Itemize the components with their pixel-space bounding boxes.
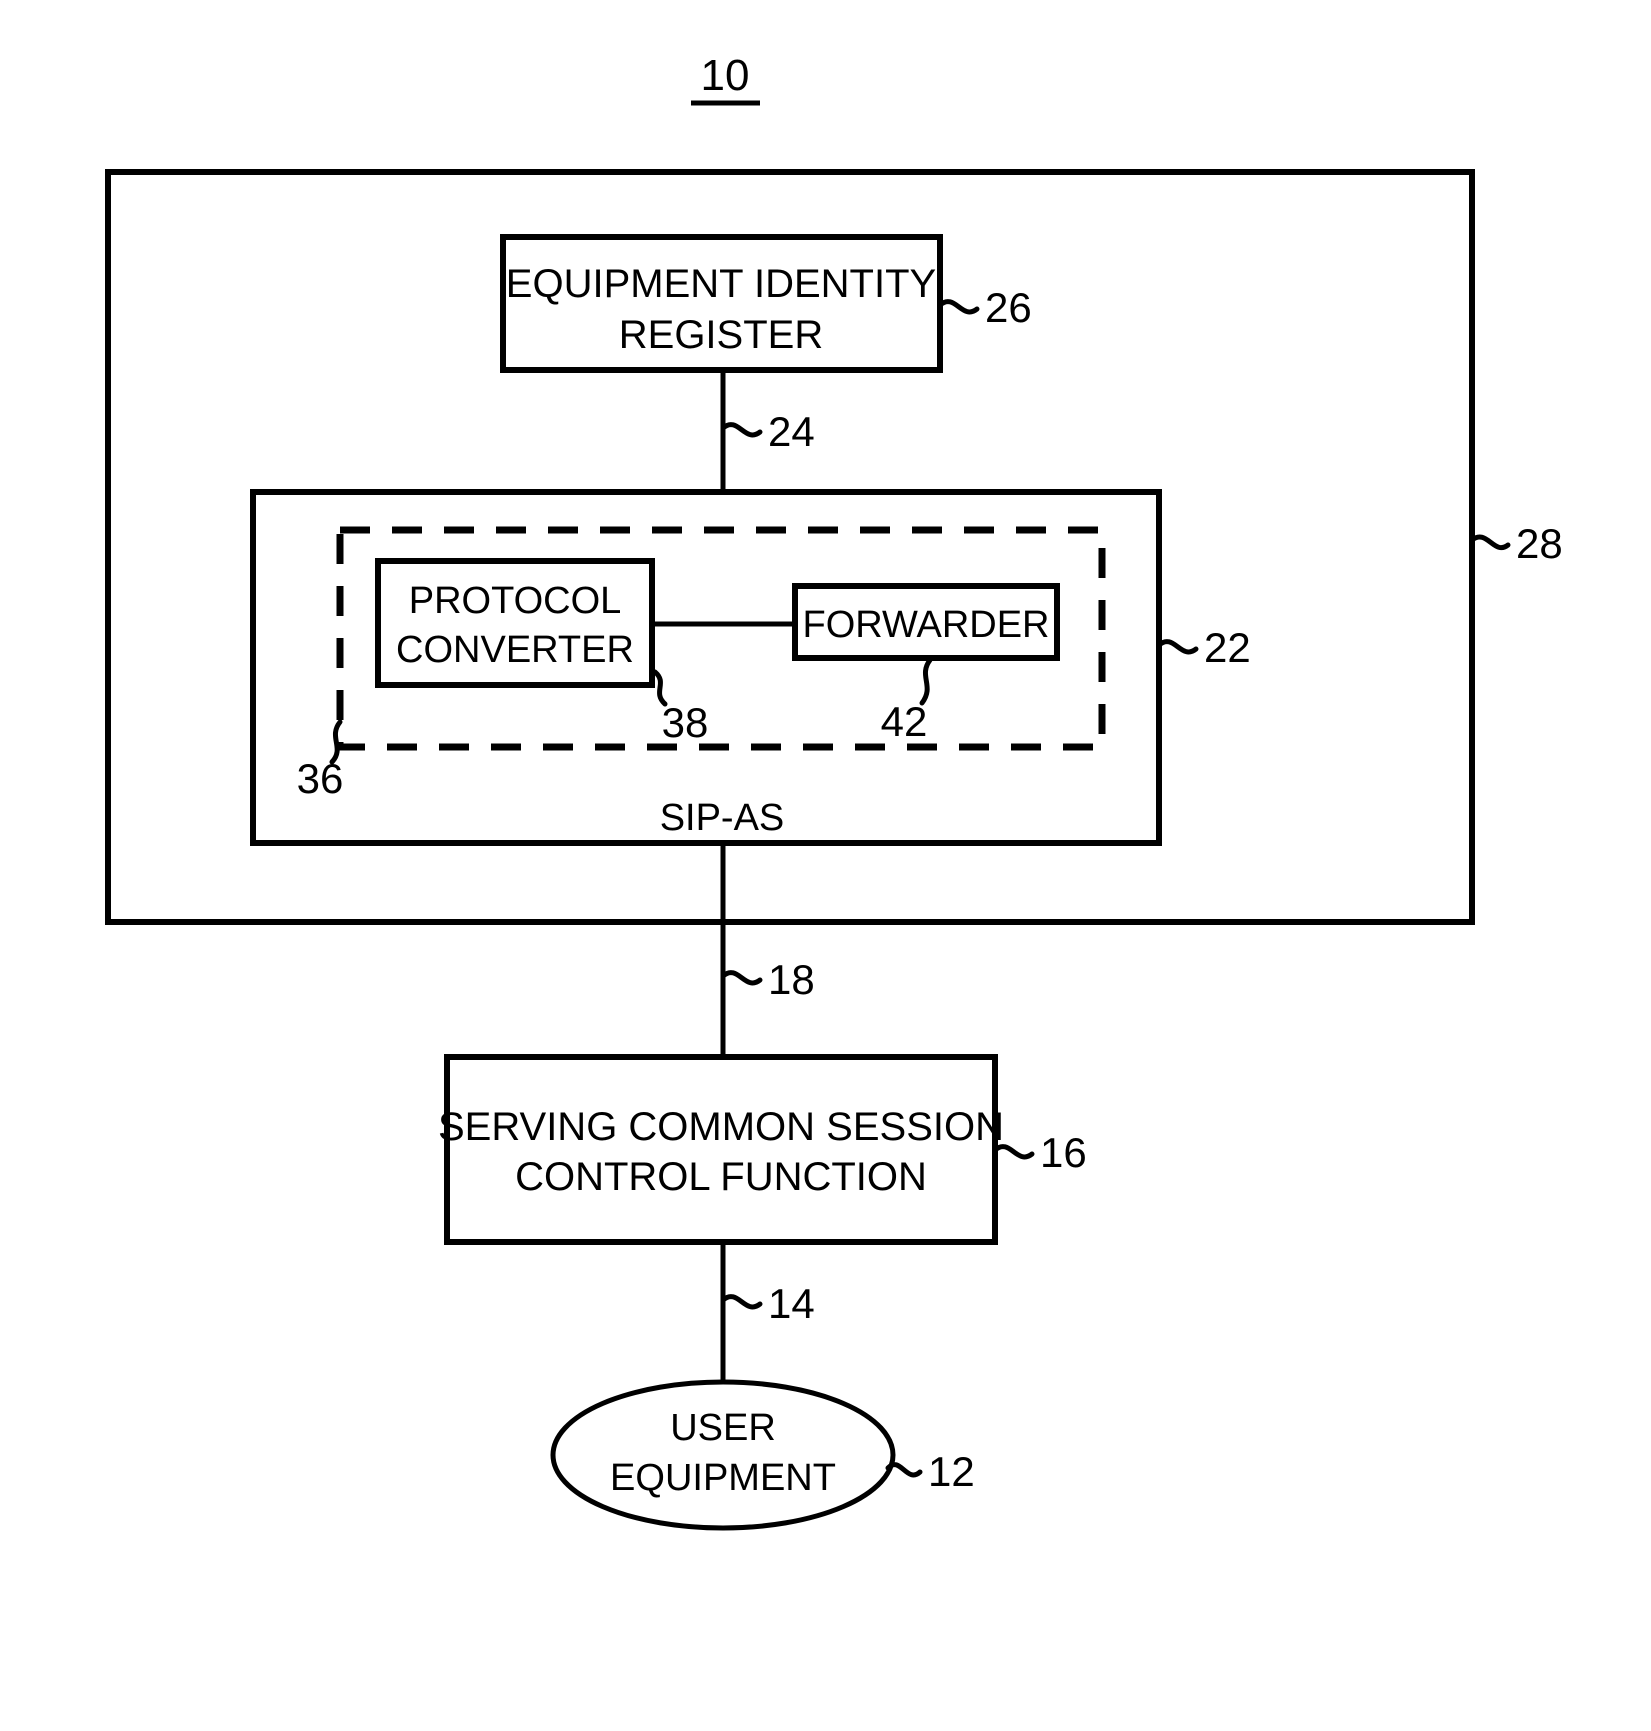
ref-number-26: 26 [985,284,1032,331]
ref-number-14: 14 [768,1280,815,1327]
ref-number-36: 36 [297,755,344,802]
leader-42 [919,657,933,706]
leader-28 [1469,534,1511,550]
scscf-label-line1: SERVING COMMON SESSION [438,1105,1004,1149]
patent-figure: 10 28 EQUIPMENT IDENTITY REGISTER 26 24 … [0,0,1651,1731]
scscf-label-line2: CONTROL FUNCTION [515,1155,927,1199]
serving-common-session-control-function-box [444,1054,998,1245]
protocol-converter-label-line1: PROTOCOL [409,580,622,622]
leader-24 [720,422,763,438]
ref-number-18: 18 [768,956,815,1003]
ref-number-28: 28 [1516,520,1563,567]
figure-number: 10 [701,51,750,100]
leader-12 [885,1462,923,1478]
leader-22 [1156,639,1199,655]
leader-14 [720,1294,763,1310]
user-equipment-ellipse [550,1379,896,1531]
figure-canvas: 10 28 EQUIPMENT IDENTITY REGISTER 26 24 … [105,51,1563,1531]
sip-as-box [250,489,1162,846]
user-equipment-label-line1: USER [670,1407,776,1449]
equipment-identity-register-label-line2: REGISTER [619,313,823,357]
ref-number-22: 22 [1204,624,1251,671]
ref-number-16: 16 [1040,1129,1087,1176]
leader-18 [720,970,763,986]
forwarder-label: FORWARDER [803,604,1050,646]
leader-16 [992,1144,1035,1160]
equipment-identity-register-label-line1: EQUIPMENT IDENTITY [506,262,936,306]
ref-number-24: 24 [768,408,815,455]
user-equipment-label-line2: EQUIPMENT [610,1457,836,1499]
protocol-converter-label-line2: CONVERTER [396,629,634,671]
sip-as-label: SIP-AS [660,797,785,839]
leader-26 [937,299,980,315]
ref-number-42: 42 [881,698,928,745]
ref-number-12: 12 [928,1448,975,1495]
ref-number-38: 38 [662,699,709,746]
